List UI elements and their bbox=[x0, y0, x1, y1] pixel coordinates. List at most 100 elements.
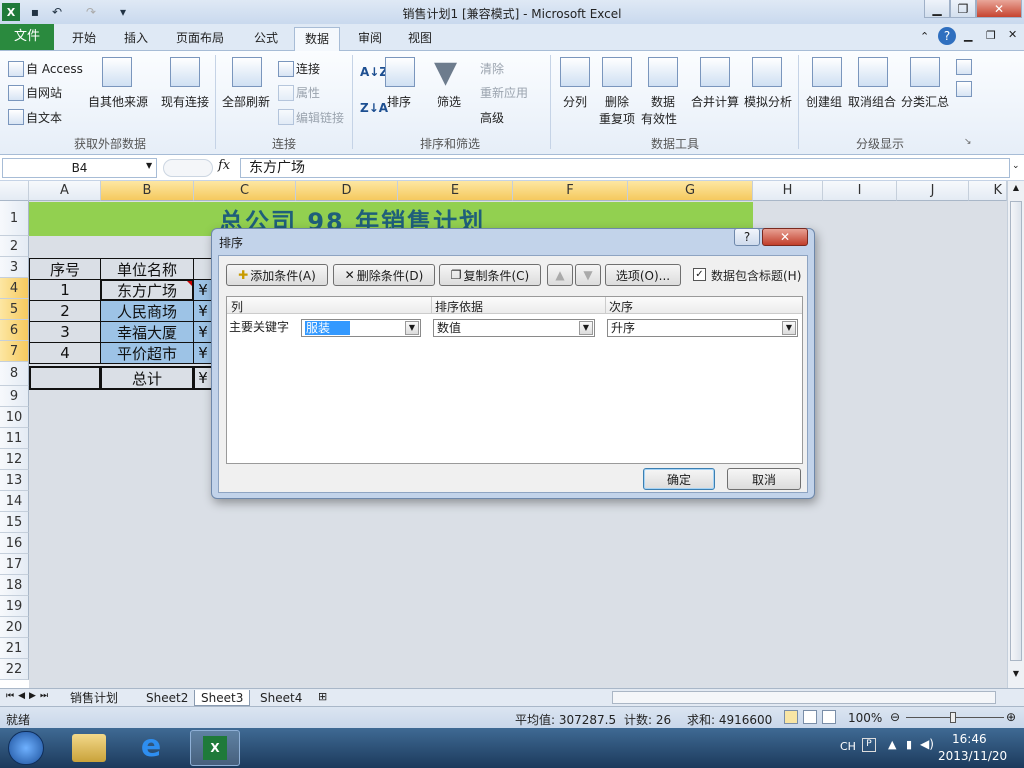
copy-condition-button[interactable]: ❐ 复制条件(C) bbox=[439, 264, 541, 286]
chevron-down-icon[interactable]: ▼ bbox=[405, 321, 419, 335]
column-header[interactable]: I bbox=[823, 181, 897, 201]
namebox-dropdown-icon[interactable]: ▼ bbox=[146, 161, 152, 170]
name-box[interactable]: B4 bbox=[2, 158, 157, 178]
network-icon[interactable]: ▮ bbox=[906, 738, 912, 751]
move-up-button[interactable]: ▲ bbox=[547, 264, 573, 286]
normal-view-icon[interactable] bbox=[784, 710, 798, 724]
cell-c3[interactable] bbox=[193, 258, 213, 280]
tab-view[interactable]: 视图 bbox=[398, 27, 442, 51]
zoom-slider-thumb[interactable] bbox=[950, 712, 956, 723]
column-header[interactable]: B bbox=[101, 181, 194, 201]
remove-duplicates-button[interactable]: 删除 bbox=[605, 93, 629, 110]
row-header[interactable]: 18 bbox=[0, 575, 29, 596]
column-header[interactable]: H bbox=[753, 181, 823, 201]
tab-review[interactable]: 审阅 bbox=[348, 27, 392, 51]
wb-close-icon[interactable]: ✕ bbox=[1008, 28, 1017, 41]
row-header[interactable]: 16 bbox=[0, 533, 29, 554]
data-validation-button[interactable]: 数据 bbox=[651, 93, 675, 110]
sheet-tab[interactable]: Sheet4 bbox=[254, 690, 308, 706]
scroll-thumb[interactable] bbox=[1010, 201, 1022, 661]
minimize-button[interactable]: ▁ bbox=[924, 0, 950, 18]
cell-b3[interactable]: 单位名称 bbox=[100, 258, 194, 280]
sort-az-icon[interactable]: A↓Z bbox=[360, 65, 388, 79]
row-header[interactable]: 13 bbox=[0, 470, 29, 491]
column-header[interactable]: J bbox=[897, 181, 969, 201]
row-header[interactable]: 11 bbox=[0, 428, 29, 449]
row-header[interactable]: 17 bbox=[0, 554, 29, 575]
row-header[interactable]: 19 bbox=[0, 596, 29, 617]
input-language[interactable]: CH bbox=[840, 740, 856, 753]
page-layout-view-icon[interactable] bbox=[803, 710, 817, 724]
wb-restore-icon[interactable]: ❐ bbox=[986, 29, 996, 42]
refresh-all-button[interactable]: 全部刷新 bbox=[222, 93, 270, 110]
row-header[interactable]: 20 bbox=[0, 617, 29, 638]
zoom-in-icon[interactable]: ⊕ bbox=[1006, 710, 1016, 724]
sort-za-icon[interactable]: Z↓A bbox=[360, 101, 388, 115]
column-header[interactable]: K bbox=[969, 181, 1007, 201]
sort-order-select[interactable]: 升序 ▼ bbox=[607, 319, 798, 337]
expand-formula-icon[interactable]: ⌄ bbox=[1012, 161, 1020, 171]
row-header[interactable]: 9 bbox=[0, 386, 29, 407]
add-condition-button[interactable]: ✚ 添加条件(A) bbox=[226, 264, 328, 286]
ok-button[interactable]: 确定 bbox=[643, 468, 715, 490]
text-to-columns-button[interactable]: 分列 bbox=[563, 93, 587, 110]
filter-button[interactable]: 筛选 bbox=[437, 93, 461, 110]
file-explorer-icon[interactable] bbox=[72, 734, 106, 762]
ungroup-button[interactable]: 取消组合 bbox=[848, 93, 896, 110]
row-header[interactable]: 8 bbox=[0, 362, 29, 386]
tray-arrow-icon[interactable]: ▲ bbox=[888, 738, 896, 751]
tab-file[interactable]: 文件 bbox=[0, 24, 54, 50]
row-header[interactable]: 14 bbox=[0, 491, 29, 512]
row-header[interactable]: 5 bbox=[0, 299, 29, 320]
cell-c6[interactable]: ¥ bbox=[193, 321, 213, 343]
start-button-icon[interactable] bbox=[8, 731, 44, 765]
data-validation-label2[interactable]: 有效性 bbox=[641, 110, 677, 127]
row-header[interactable]: 1 bbox=[0, 201, 29, 236]
dialog-close-button[interactable]: ✕ bbox=[762, 228, 808, 246]
remove-duplicates-label2[interactable]: 重复项 bbox=[599, 110, 635, 127]
hide-detail-icon[interactable] bbox=[956, 81, 972, 97]
column-header[interactable]: E bbox=[398, 181, 513, 201]
zoom-level[interactable]: 100% bbox=[848, 711, 882, 725]
tab-insert[interactable]: 插入 bbox=[114, 27, 158, 51]
insert-function-icon[interactable]: fx bbox=[218, 158, 230, 173]
row-header[interactable]: 22 bbox=[0, 659, 29, 680]
sheet-tab-active[interactable]: Sheet3 bbox=[194, 690, 251, 706]
dialog-help-button[interactable]: ? bbox=[734, 228, 760, 246]
ribbon-minimize-icon[interactable]: ⌃ bbox=[920, 30, 929, 43]
volume-icon[interactable]: ◀) bbox=[920, 737, 934, 751]
consolidate-button[interactable]: 合并计算 bbox=[691, 93, 739, 110]
row-header[interactable]: 10 bbox=[0, 407, 29, 428]
advanced-filter-button[interactable]: 高级 bbox=[480, 109, 504, 126]
ime-icon[interactable]: P bbox=[862, 738, 876, 752]
row-header[interactable]: 21 bbox=[0, 638, 29, 659]
options-button[interactable]: 选项(O)... bbox=[605, 264, 681, 286]
sheet-nav-icons[interactable]: ⏮◀▶⏭ bbox=[6, 691, 52, 701]
page-break-view-icon[interactable] bbox=[822, 710, 836, 724]
from-web-button[interactable]: 自网站 bbox=[26, 84, 62, 101]
cell-a6[interactable]: 3 bbox=[29, 321, 101, 343]
cell-a7[interactable]: 4 bbox=[29, 342, 101, 364]
edit-links-button[interactable]: 编辑链接 bbox=[296, 109, 344, 126]
other-sources-button[interactable]: 自其他来源 bbox=[88, 93, 148, 110]
horizontal-scrollbar[interactable] bbox=[612, 691, 996, 704]
scroll-down-icon[interactable]: ▼ bbox=[1010, 669, 1022, 683]
cell-a3[interactable]: 序号 bbox=[29, 258, 101, 280]
help-icon[interactable]: ? bbox=[938, 27, 956, 45]
vertical-scrollbar[interactable]: ▲ ▼ bbox=[1007, 181, 1024, 688]
what-if-button[interactable]: 模拟分析 bbox=[744, 93, 792, 110]
zoom-out-icon[interactable]: ⊖ bbox=[890, 710, 900, 724]
column-header[interactable]: C bbox=[194, 181, 296, 201]
cell-b5[interactable]: 人民商场 bbox=[100, 300, 194, 322]
sort-on-select[interactable]: 数值 ▼ bbox=[433, 319, 595, 337]
row-header[interactable]: 6 bbox=[0, 320, 29, 341]
cell-b8[interactable]: 总计 bbox=[100, 366, 194, 390]
subtotal-button[interactable]: 分类汇总 bbox=[901, 93, 949, 110]
show-detail-icon[interactable] bbox=[956, 59, 972, 75]
has-header-checkbox[interactable]: ✓ bbox=[693, 268, 706, 281]
properties-button[interactable]: 属性 bbox=[296, 84, 320, 101]
tab-page-layout[interactable]: 页面布局 bbox=[166, 27, 234, 51]
clock-time[interactable]: 16:46 bbox=[952, 732, 987, 746]
cell-b7[interactable]: 平价超市 bbox=[100, 342, 194, 364]
delete-condition-button[interactable]: ✕ 删除条件(D) bbox=[333, 264, 435, 286]
